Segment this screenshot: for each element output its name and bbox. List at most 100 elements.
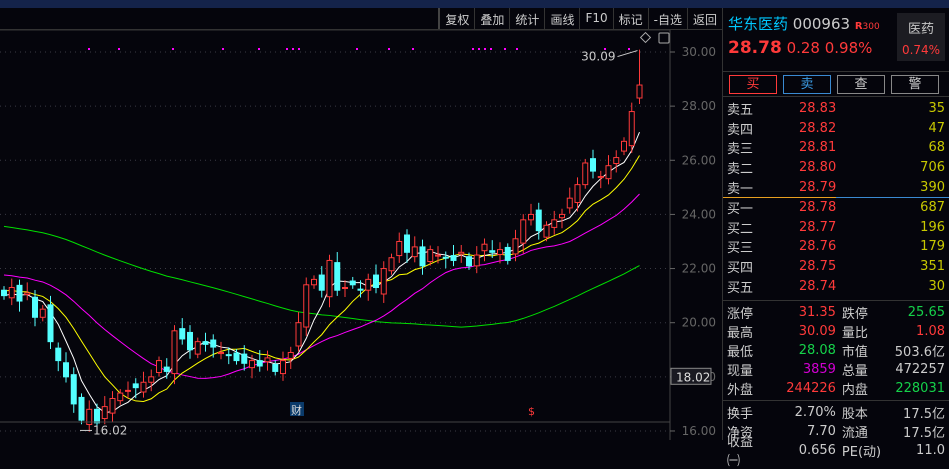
stat-value: 503.6亿 <box>894 344 945 360</box>
asks-row[interactable]: 卖三 28.81 68 <box>723 138 949 158</box>
stat-value: 2.70% <box>794 404 836 420</box>
candle-body <box>47 304 54 343</box>
candle-body <box>225 354 232 357</box>
candle-body <box>272 363 279 372</box>
current-price-label: 18.02 <box>676 370 710 384</box>
candle-body <box>318 274 325 291</box>
buy-button[interactable]: 买 <box>729 75 777 94</box>
stat-value: 31.35 <box>798 304 836 320</box>
bids-row[interactable]: 买三 28.76 179 <box>723 237 949 257</box>
level-label: 买五 <box>727 280 754 296</box>
candle-body <box>101 406 108 420</box>
stat-label: 现量 <box>727 363 754 379</box>
sell-button[interactable]: 卖 <box>783 75 831 94</box>
draw-line-button[interactable]: 画线 <box>544 8 579 29</box>
candle-body <box>16 284 23 302</box>
candle-body <box>559 213 565 219</box>
candle-body <box>349 280 356 286</box>
candle-body <box>404 234 410 253</box>
event-dot <box>604 48 606 50</box>
candle-body <box>24 292 31 296</box>
candle-body <box>148 376 155 383</box>
y-tick-label: 28.00 <box>682 99 716 113</box>
y-tick-label: 24.00 <box>682 207 716 221</box>
candle-body <box>473 254 480 267</box>
candle-body <box>163 366 170 372</box>
level-volume: 179 <box>920 239 945 255</box>
query-button[interactable]: 查 <box>837 75 885 94</box>
fuquan-button[interactable]: 复权 <box>438 8 474 29</box>
candle-body <box>342 287 348 290</box>
stat-row: 外盘 244226 内盘 228031 <box>723 379 949 398</box>
high-arrow <box>617 50 638 58</box>
candle-body <box>396 240 403 257</box>
candle-body <box>249 360 255 369</box>
mark-button[interactable]: 标记 <box>612 8 648 29</box>
stats-button[interactable]: 统计 <box>509 8 544 29</box>
stat-value: 228031 <box>895 380 945 396</box>
candle-body <box>582 162 589 186</box>
candle-body <box>202 341 209 345</box>
stat-label: 收益㈠ <box>727 435 754 469</box>
bids-row[interactable]: 买四 28.75 351 <box>723 257 949 277</box>
back-button[interactable]: 返回 <box>686 8 722 29</box>
remove-watchlist-button[interactable]: -自选 <box>647 8 687 29</box>
stat-row: 收益㈠ 0.656 PE(动) 11.0 <box>723 435 949 469</box>
level-volume: 706 <box>920 160 945 176</box>
candle-body <box>233 352 240 362</box>
bids-row[interactable]: 买五 28.74 30 <box>723 276 949 296</box>
candle-body <box>357 288 364 291</box>
candle-body <box>466 256 472 267</box>
level-volume: 196 <box>920 219 945 235</box>
candlestick-chart[interactable]: 30.0028.0026.0024.0022.0020.0018.0016.00… <box>0 30 722 440</box>
asks-row[interactable]: 卖四 28.82 47 <box>723 119 949 139</box>
asks-row[interactable]: 卖一 28.79 390 <box>723 177 949 197</box>
last-price: 28.78 <box>728 38 782 58</box>
bids-row[interactable]: 买二 28.77 196 <box>723 218 949 238</box>
candle-body <box>373 274 379 289</box>
candle-body <box>280 360 286 375</box>
candle-body <box>427 249 434 263</box>
dividend-marker: $ <box>528 405 535 418</box>
candle-body <box>326 259 333 298</box>
candle-body <box>512 238 519 255</box>
sector-box[interactable]: 医药 0.74% <box>897 13 945 61</box>
f10-button[interactable]: F10 <box>579 8 612 29</box>
candle-body <box>380 268 387 295</box>
price-change: 0.28 <box>786 39 820 57</box>
stat-row: 涨停 31.35 跌停 25.65 <box>723 303 949 322</box>
stat-label: 总量 <box>841 363 868 379</box>
event-dot <box>356 48 358 50</box>
alert-button[interactable]: 警 <box>891 75 939 94</box>
candle-body <box>528 213 534 221</box>
candle-body <box>218 351 224 355</box>
asks-row[interactable]: 卖二 28.80 706 <box>723 158 949 178</box>
candle-body <box>535 209 542 232</box>
event-dot <box>504 48 506 50</box>
stock-name: 华东医药 <box>728 15 789 33</box>
stock-code: 000963 <box>792 15 851 33</box>
stat-value: 472257 <box>895 361 945 377</box>
candle-body <box>520 219 527 244</box>
y-tick-label: 16.00 <box>682 424 716 438</box>
y-tick-label: 20.00 <box>682 316 716 330</box>
bids-row[interactable]: 买一 28.78 687 <box>723 198 949 218</box>
level-price: 28.80 <box>799 160 837 176</box>
candle-body <box>450 255 457 261</box>
candle-body <box>256 360 263 367</box>
stat-value: 25.65 <box>907 304 945 320</box>
level-label: 卖五 <box>727 103 754 119</box>
level-label: 卖四 <box>727 122 754 138</box>
event-dot <box>516 48 518 50</box>
level-label: 买四 <box>727 261 754 277</box>
stat-label: 量比 <box>841 325 868 341</box>
panel-toggle-icon <box>658 32 670 44</box>
candle-body <box>551 219 558 228</box>
candle-body <box>78 396 85 421</box>
candle-body <box>39 308 46 318</box>
stat-value: 17.5亿 <box>903 425 945 441</box>
candle-body <box>566 197 573 209</box>
overlay-button[interactable]: 叠加 <box>474 8 509 29</box>
candle-body <box>605 165 612 180</box>
asks-row[interactable]: 卖五 28.83 35 <box>723 99 949 119</box>
